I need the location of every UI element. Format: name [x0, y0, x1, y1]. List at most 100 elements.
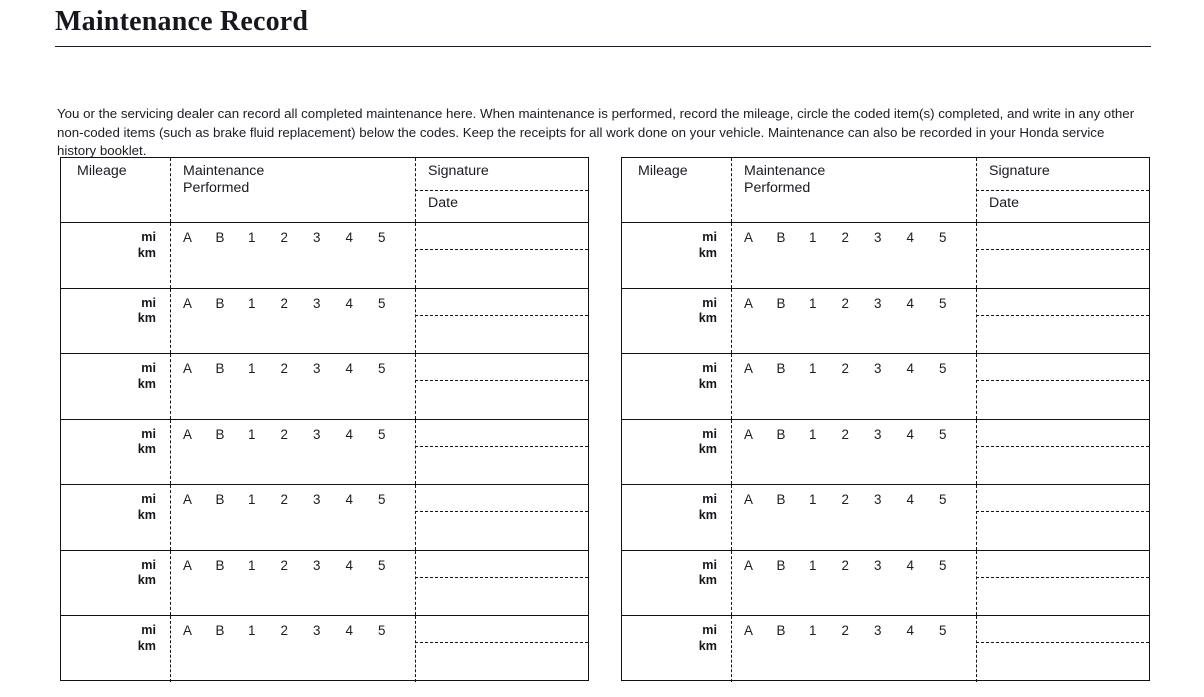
- maintenance-code-a[interactable]: A: [183, 623, 216, 638]
- maintenance-code-4[interactable]: 4: [346, 427, 379, 442]
- maintenance-code-2[interactable]: 2: [842, 361, 875, 376]
- maintenance-code-2[interactable]: 2: [842, 427, 875, 442]
- maintenance-code-3[interactable]: 3: [874, 361, 907, 376]
- maintenance-code-3[interactable]: 3: [313, 558, 346, 573]
- maintenance-code-1[interactable]: 1: [809, 230, 842, 245]
- maintenance-code-4[interactable]: 4: [346, 623, 379, 638]
- table-row[interactable]: mi km A B 1 2 3 4 5: [61, 288, 588, 354]
- table-row[interactable]: mi km A B 1 2 3 4 5: [61, 485, 588, 551]
- maintenance-code-b[interactable]: B: [777, 558, 810, 573]
- table-row[interactable]: mi km A B 1 2 3 4 5: [622, 288, 1149, 354]
- maintenance-code-b[interactable]: B: [216, 230, 249, 245]
- maintenance-code-b[interactable]: B: [777, 492, 810, 507]
- maintenance-code-2[interactable]: 2: [281, 427, 314, 442]
- maintenance-code-3[interactable]: 3: [874, 427, 907, 442]
- maintenance-code-b[interactable]: B: [777, 230, 810, 245]
- table-row[interactable]: mi km A B 1 2 3 4 5: [61, 419, 588, 485]
- maintenance-code-5[interactable]: 5: [378, 230, 411, 245]
- table-row[interactable]: mi km A B 1 2 3 4 5: [622, 354, 1149, 420]
- maintenance-code-1[interactable]: 1: [248, 230, 281, 245]
- maintenance-code-a[interactable]: A: [183, 427, 216, 442]
- maintenance-code-4[interactable]: 4: [907, 623, 940, 638]
- maintenance-code-4[interactable]: 4: [346, 296, 379, 311]
- maintenance-code-b[interactable]: B: [777, 623, 810, 638]
- maintenance-code-5[interactable]: 5: [378, 427, 411, 442]
- table-row[interactable]: mi km A B 1 2 3 4 5: [622, 616, 1149, 682]
- table-row[interactable]: mi km A B 1 2 3 4 5: [622, 419, 1149, 485]
- maintenance-code-4[interactable]: 4: [907, 230, 940, 245]
- maintenance-code-2[interactable]: 2: [281, 296, 314, 311]
- maintenance-code-3[interactable]: 3: [313, 230, 346, 245]
- maintenance-code-4[interactable]: 4: [907, 558, 940, 573]
- maintenance-code-a[interactable]: A: [744, 427, 777, 442]
- maintenance-code-4[interactable]: 4: [907, 427, 940, 442]
- maintenance-code-4[interactable]: 4: [907, 492, 940, 507]
- maintenance-code-1[interactable]: 1: [809, 296, 842, 311]
- maintenance-code-b[interactable]: B: [216, 361, 249, 376]
- maintenance-code-5[interactable]: 5: [939, 296, 972, 311]
- maintenance-code-2[interactable]: 2: [842, 492, 875, 507]
- maintenance-code-a[interactable]: A: [744, 492, 777, 507]
- maintenance-code-5[interactable]: 5: [378, 492, 411, 507]
- maintenance-code-3[interactable]: 3: [313, 492, 346, 507]
- maintenance-code-1[interactable]: 1: [248, 623, 281, 638]
- maintenance-code-a[interactable]: A: [183, 296, 216, 311]
- maintenance-code-b[interactable]: B: [216, 623, 249, 638]
- maintenance-code-5[interactable]: 5: [378, 361, 411, 376]
- maintenance-code-1[interactable]: 1: [248, 361, 281, 376]
- maintenance-code-5[interactable]: 5: [939, 427, 972, 442]
- maintenance-code-1[interactable]: 1: [248, 492, 281, 507]
- maintenance-code-3[interactable]: 3: [313, 427, 346, 442]
- maintenance-code-5[interactable]: 5: [378, 296, 411, 311]
- maintenance-code-b[interactable]: B: [777, 361, 810, 376]
- table-row[interactable]: mi km A B 1 2 3 4 5: [61, 223, 588, 289]
- maintenance-code-a[interactable]: A: [183, 492, 216, 507]
- maintenance-code-3[interactable]: 3: [313, 361, 346, 376]
- maintenance-code-3[interactable]: 3: [313, 296, 346, 311]
- maintenance-code-b[interactable]: B: [216, 296, 249, 311]
- maintenance-code-b[interactable]: B: [216, 427, 249, 442]
- maintenance-code-4[interactable]: 4: [346, 230, 379, 245]
- maintenance-code-a[interactable]: A: [183, 558, 216, 573]
- table-row[interactable]: mi km A B 1 2 3 4 5: [61, 616, 588, 682]
- maintenance-code-5[interactable]: 5: [378, 558, 411, 573]
- maintenance-code-1[interactable]: 1: [809, 623, 842, 638]
- table-row[interactable]: mi km A B 1 2 3 4 5: [622, 223, 1149, 289]
- table-row[interactable]: mi km A B 1 2 3 4 5: [61, 354, 588, 420]
- maintenance-code-a[interactable]: A: [744, 296, 777, 311]
- maintenance-code-5[interactable]: 5: [939, 230, 972, 245]
- maintenance-code-1[interactable]: 1: [248, 427, 281, 442]
- maintenance-code-3[interactable]: 3: [874, 623, 907, 638]
- maintenance-code-3[interactable]: 3: [313, 623, 346, 638]
- table-row[interactable]: mi km A B 1 2 3 4 5: [622, 550, 1149, 616]
- maintenance-code-4[interactable]: 4: [346, 558, 379, 573]
- table-row[interactable]: mi km A B 1 2 3 4 5: [61, 550, 588, 616]
- maintenance-code-a[interactable]: A: [183, 230, 216, 245]
- maintenance-code-2[interactable]: 2: [842, 623, 875, 638]
- maintenance-code-1[interactable]: 1: [809, 361, 842, 376]
- maintenance-code-a[interactable]: A: [744, 558, 777, 573]
- maintenance-code-1[interactable]: 1: [809, 492, 842, 507]
- maintenance-code-a[interactable]: A: [744, 623, 777, 638]
- maintenance-code-1[interactable]: 1: [248, 558, 281, 573]
- maintenance-code-2[interactable]: 2: [842, 558, 875, 573]
- maintenance-code-2[interactable]: 2: [281, 361, 314, 376]
- maintenance-code-4[interactable]: 4: [907, 361, 940, 376]
- maintenance-code-2[interactable]: 2: [842, 296, 875, 311]
- maintenance-code-b[interactable]: B: [216, 558, 249, 573]
- maintenance-code-5[interactable]: 5: [939, 492, 972, 507]
- maintenance-code-4[interactable]: 4: [346, 361, 379, 376]
- maintenance-code-4[interactable]: 4: [907, 296, 940, 311]
- maintenance-code-1[interactable]: 1: [248, 296, 281, 311]
- maintenance-code-2[interactable]: 2: [281, 492, 314, 507]
- maintenance-code-5[interactable]: 5: [939, 361, 972, 376]
- maintenance-code-4[interactable]: 4: [346, 492, 379, 507]
- maintenance-code-3[interactable]: 3: [874, 558, 907, 573]
- maintenance-code-a[interactable]: A: [744, 361, 777, 376]
- maintenance-code-b[interactable]: B: [216, 492, 249, 507]
- maintenance-code-a[interactable]: A: [183, 361, 216, 376]
- maintenance-code-a[interactable]: A: [744, 230, 777, 245]
- maintenance-code-2[interactable]: 2: [842, 230, 875, 245]
- table-row[interactable]: mi km A B 1 2 3 4 5: [622, 485, 1149, 551]
- maintenance-code-b[interactable]: B: [777, 296, 810, 311]
